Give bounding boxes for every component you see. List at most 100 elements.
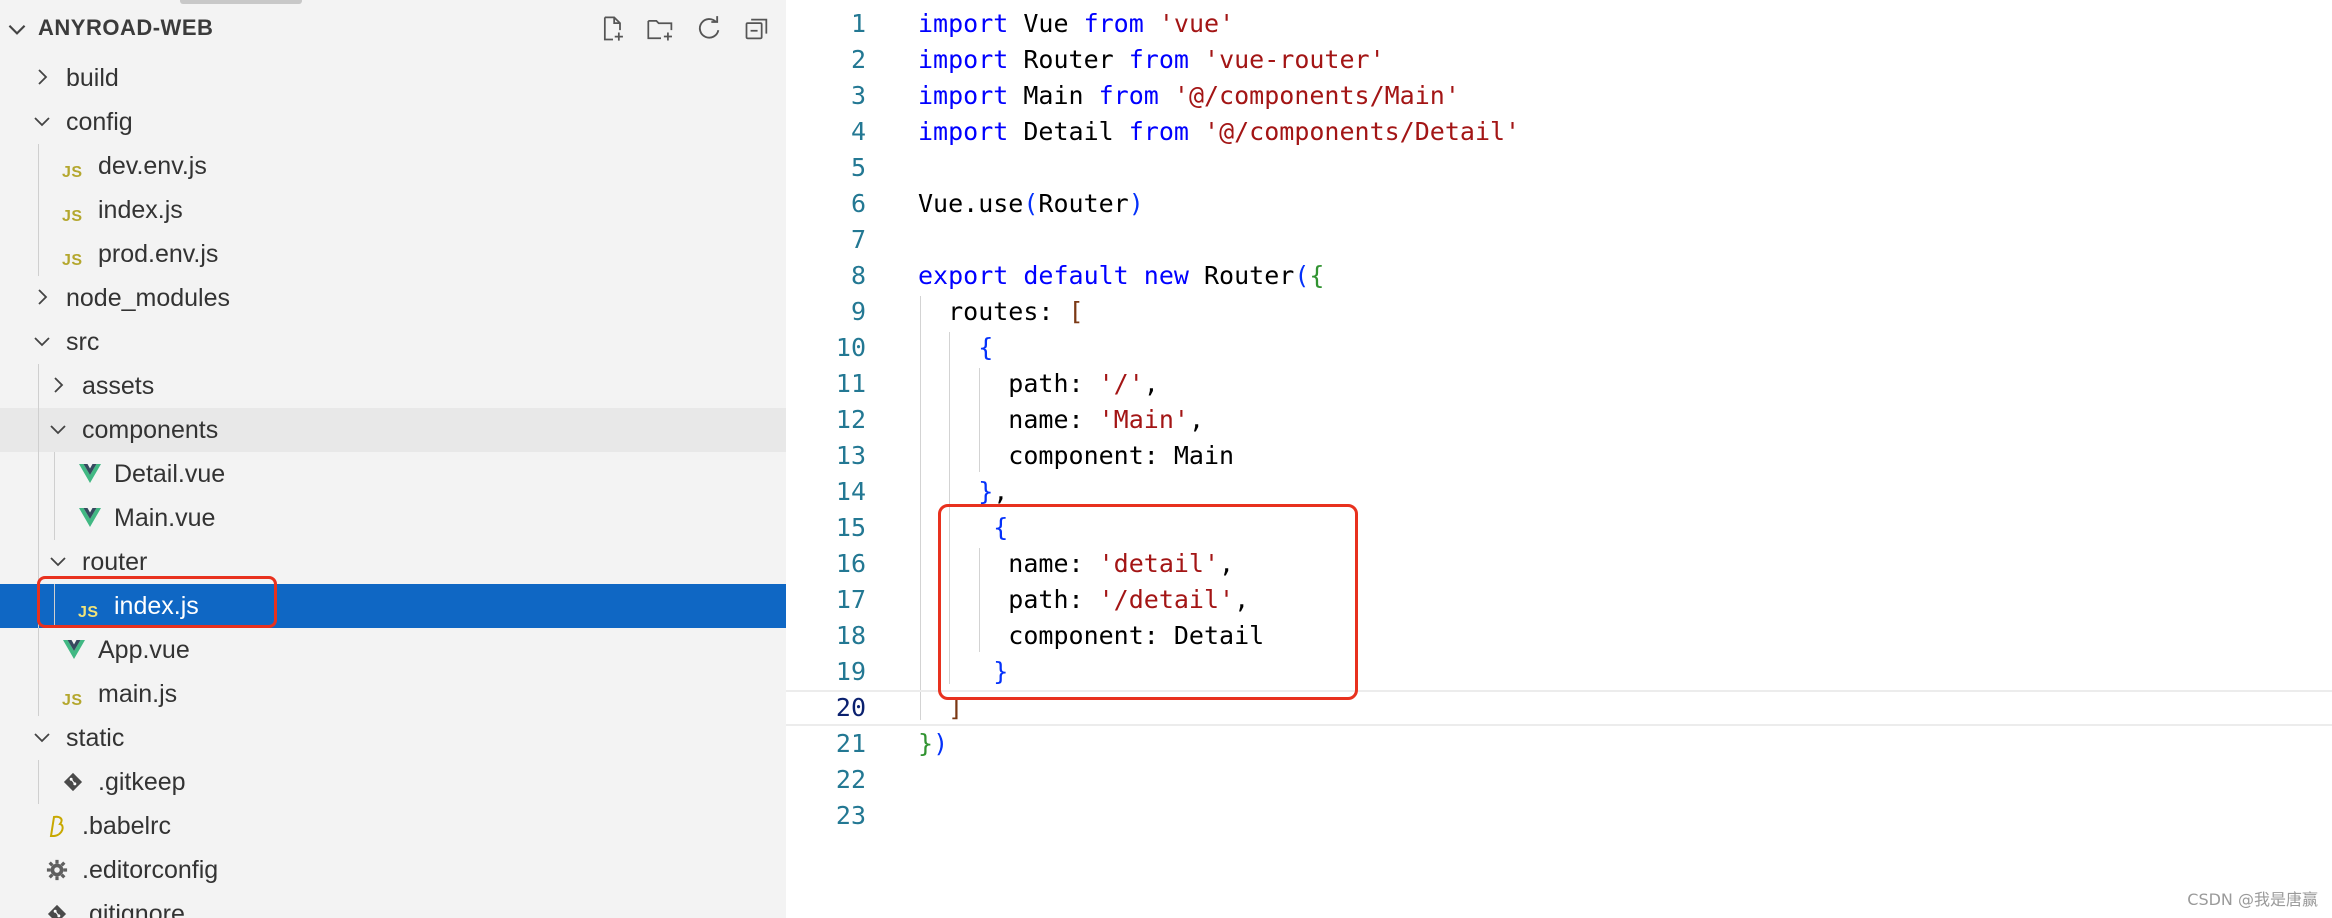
- line-number: 16: [835, 549, 866, 578]
- tree-file--babelrc[interactable]: .babelrc: [0, 804, 786, 848]
- string-token: 'vue-router': [1204, 45, 1385, 74]
- code-line[interactable]: 1 import Vue from 'vue': [786, 6, 2332, 42]
- chevron-right-icon[interactable]: [30, 285, 54, 309]
- tree-item-label: App.vue: [98, 636, 190, 664]
- vue-icon: [78, 507, 102, 536]
- code-line[interactable]: 10 {: [786, 330, 2332, 366]
- code-line[interactable]: 6 Vue.use(Router): [786, 186, 2332, 222]
- tree-file-index-js[interactable]: JS index.js: [0, 188, 786, 232]
- code-line[interactable]: 12 name: 'Main',: [786, 402, 2332, 438]
- tree-item-label: prod.env.js: [98, 240, 219, 268]
- text-token: Main: [1008, 81, 1099, 110]
- tree-item-label: components: [82, 416, 219, 444]
- line-number: 17: [835, 585, 866, 614]
- text-token: name:: [918, 405, 1099, 434]
- tree-indent-guide: [38, 628, 39, 672]
- text-token: ,: [1188, 405, 1204, 434]
- js-icon: JS: [62, 252, 83, 269]
- text-token: Vue: [1008, 9, 1084, 38]
- code-text: import Main from '@/components/Main': [918, 78, 1460, 114]
- code-text: import Vue from 'vue': [918, 6, 1234, 42]
- tree-folder-node-modules[interactable]: node_modules: [0, 276, 786, 320]
- tree-file-main-js[interactable]: JS main.js: [0, 672, 786, 716]
- chevron-down-icon[interactable]: [30, 109, 54, 133]
- code-line[interactable]: 5: [786, 150, 2332, 186]
- line-number: 23: [835, 801, 866, 830]
- line-number: 8: [850, 261, 866, 290]
- tree-item-label: Detail.vue: [114, 460, 226, 488]
- code-line[interactable]: 9 routes: [: [786, 294, 2332, 330]
- tree-file-app-vue[interactable]: App.vue: [0, 628, 786, 672]
- code-line[interactable]: 7: [786, 222, 2332, 258]
- tree-folder-src[interactable]: src: [0, 320, 786, 364]
- tree-file--gitignore[interactable]: .gitignore: [0, 892, 786, 918]
- tree-file-detail-vue[interactable]: Detail.vue: [0, 452, 786, 496]
- chevron-right-icon[interactable]: [30, 65, 54, 89]
- code-line[interactable]: 21}): [786, 726, 2332, 762]
- code-line[interactable]: 11 path: '/',: [786, 366, 2332, 402]
- text-token: component: Main: [918, 441, 1235, 470]
- code-line[interactable]: 22: [786, 762, 2332, 798]
- tree-file--gitkeep[interactable]: .gitkeep: [0, 760, 786, 804]
- code-text: import Router from 'vue-router': [918, 42, 1385, 78]
- line-number: 7: [850, 225, 866, 254]
- tree-item-label: .gitkeep: [98, 768, 186, 796]
- tree-item-label: node_modules: [66, 284, 231, 312]
- code-line[interactable]: 4 import Detail from '@/components/Detail…: [786, 114, 2332, 150]
- text-token: ,: [993, 477, 1009, 506]
- tree-indent-guide: [38, 760, 39, 804]
- chevron-down-icon[interactable]: [4, 16, 30, 42]
- js-icon: JS: [62, 208, 83, 225]
- bracket-token: {: [978, 333, 994, 362]
- refresh-icon[interactable]: [692, 12, 726, 46]
- code-line[interactable]: 23: [786, 798, 2332, 834]
- code-line[interactable]: 2 import Router from 'vue-router': [786, 42, 2332, 78]
- line-number: 1: [850, 9, 866, 38]
- tree-item-label: main.js: [98, 680, 178, 708]
- code-editor[interactable]: 1 import Vue from 'vue' 2 import Router fro…: [786, 0, 2332, 918]
- code-text: {: [918, 330, 993, 366]
- tree-folder-components[interactable]: components: [0, 408, 786, 452]
- code-line[interactable]: 3 import Main from '@/components/Main': [786, 78, 2332, 114]
- tree-file--editorconfig[interactable]: .editorconfig: [0, 848, 786, 892]
- sidebar-scrollbar-thumb[interactable]: [180, 0, 302, 4]
- bracket-token: (: [1294, 261, 1310, 290]
- new-folder-icon[interactable]: [644, 12, 678, 46]
- explorer-header[interactable]: ANYROAD-WEB: [0, 8, 786, 48]
- new-file-icon[interactable]: [596, 12, 630, 46]
- code-text: path: '/',: [918, 366, 1159, 402]
- chevron-down-icon[interactable]: [30, 725, 54, 749]
- chevron-right-icon[interactable]: [46, 373, 70, 397]
- code-line[interactable]: 13 component: Main: [786, 438, 2332, 474]
- tree-item-label: router: [82, 548, 148, 576]
- line-number: 9: [850, 297, 866, 326]
- line-number: 2: [850, 45, 866, 74]
- collapse-all-icon[interactable]: [740, 12, 774, 46]
- tree-indent-guide: [38, 364, 39, 408]
- keyword-token: from: [1128, 117, 1189, 146]
- line-number: 11: [835, 369, 866, 398]
- code-text: export default new Router({: [918, 258, 1324, 294]
- string-token: '@/components/Detail': [1204, 117, 1521, 146]
- tree-file-prod-env-js[interactable]: JS prod.env.js: [0, 232, 786, 276]
- tree-folder-build[interactable]: build: [0, 56, 786, 100]
- code-text: }): [918, 726, 948, 762]
- tree-item-label: .babelrc: [82, 812, 171, 840]
- bracket-token: ): [1128, 189, 1144, 218]
- bracket-token: ): [933, 729, 949, 758]
- tree-indent-guide: [38, 232, 39, 276]
- chevron-down-icon[interactable]: [30, 329, 54, 353]
- tree-file-main-vue[interactable]: Main.vue: [0, 496, 786, 540]
- tree-folder-static[interactable]: static: [0, 716, 786, 760]
- tree-folder-assets[interactable]: assets: [0, 364, 786, 408]
- tree-indent-guide: [54, 496, 55, 540]
- tree-file-dev-env-js[interactable]: JS dev.env.js: [0, 144, 786, 188]
- chevron-down-icon[interactable]: [46, 549, 70, 573]
- tree-folder-config[interactable]: config: [0, 100, 786, 144]
- keyword-token: import: [918, 117, 1009, 146]
- chevron-down-icon[interactable]: [46, 417, 70, 441]
- code-line[interactable]: 8 export default new Router({: [786, 258, 2332, 294]
